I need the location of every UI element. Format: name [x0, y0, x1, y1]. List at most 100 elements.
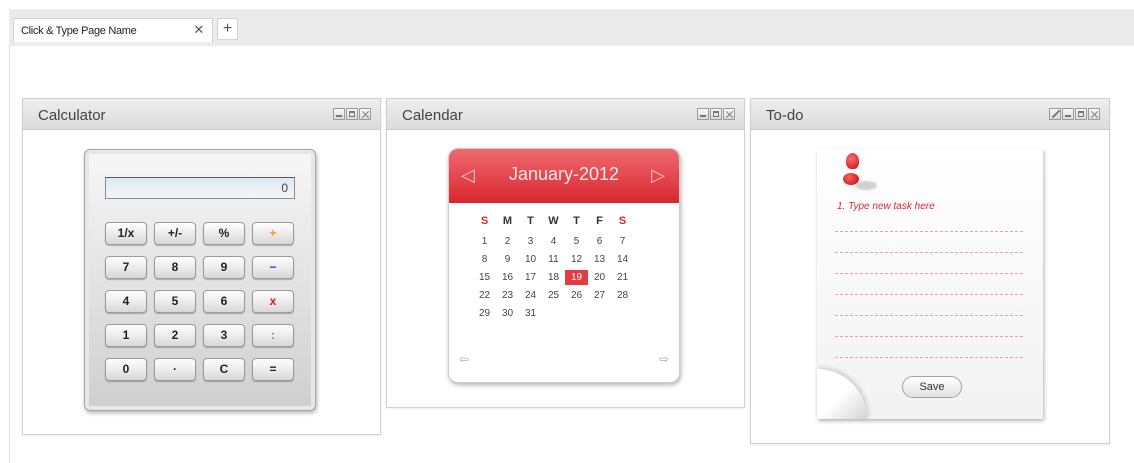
calculator-key[interactable]: +	[252, 222, 294, 245]
calendar-day-cell[interactable]: 13	[588, 252, 611, 267]
tab-close-icon[interactable]: ✕	[193, 22, 204, 38]
calendar-day-cell[interactable]: 28	[611, 288, 634, 303]
weekday-header: T	[527, 215, 534, 227]
calculator-window-controls	[333, 108, 371, 120]
calendar-day-cell[interactable]: 11	[542, 252, 565, 267]
calendar-day-cell[interactable]: 15	[473, 270, 496, 285]
weekday-header: S	[480, 215, 489, 227]
maximize-icon[interactable]	[1075, 108, 1087, 120]
calendar-day-cell[interactable]: 6	[588, 234, 611, 249]
todo-task-input[interactable]: 1. Type new task here	[837, 201, 935, 212]
calculator-key[interactable]: %	[203, 222, 245, 245]
calendar-day-cell[interactable]: 18	[542, 270, 565, 285]
calculator-key[interactable]: x	[252, 290, 294, 313]
weekday-header: T	[573, 215, 580, 227]
calendar-day-cell[interactable]: 8	[473, 252, 496, 267]
todo-note: 1. Type new task here Save	[817, 149, 1043, 419]
calendar-day-cell[interactable]: 3	[519, 234, 542, 249]
calculator-key[interactable]: 9	[203, 256, 245, 279]
calendar-day-cell[interactable]: 2	[496, 234, 519, 249]
calendar-day-cell[interactable]: 7	[611, 234, 634, 249]
calendar-day-cell[interactable]: 25	[542, 288, 565, 303]
calculator-key[interactable]: 4	[105, 290, 147, 313]
calendar-day-cell[interactable]: 5	[565, 234, 588, 249]
calculator-key[interactable]: −	[252, 256, 294, 279]
calculator-key[interactable]: ·	[154, 358, 196, 381]
calculator-keypad: 1/x +/-% +7 8 9− 4 5 6 x 1 2 3: 0 · C =	[105, 222, 297, 381]
minimize-icon[interactable]	[333, 108, 345, 120]
calendar-widget: Calendar ◁ January-2012 ▷ SMTWTFS1234567…	[386, 98, 745, 408]
calendar-day-cell[interactable]: 4	[542, 234, 565, 249]
tab-label[interactable]: Click & Type Page Name	[21, 25, 137, 37]
minimize-icon[interactable]	[1062, 108, 1074, 120]
calendar-day-cell[interactable]: 23	[496, 288, 519, 303]
calendar-day-cell[interactable]: 30	[496, 306, 519, 321]
calendar-day-cell[interactable]: 20	[588, 270, 611, 285]
calculator-key[interactable]: 3	[203, 324, 245, 347]
page-curl-decoration	[817, 369, 867, 419]
calculator-key[interactable]: 1	[105, 324, 147, 347]
calendar-day-cell[interactable]: 1	[473, 234, 496, 249]
calendar-day-cell	[588, 306, 611, 321]
calculator-key[interactable]: :	[252, 324, 294, 347]
edit-icon[interactable]	[1049, 108, 1061, 120]
todo-line[interactable]	[835, 274, 1023, 295]
calendar-day-cell[interactable]: 24	[519, 288, 542, 303]
todo-window-controls	[1049, 108, 1100, 120]
calendar-today-cell[interactable]: 19	[565, 270, 588, 285]
calendar-day-cell[interactable]: 16	[496, 270, 519, 285]
todo-header[interactable]: To-do	[751, 99, 1109, 130]
calendar-day-cell[interactable]: 29	[473, 306, 496, 321]
calculator-title: Calculator	[38, 107, 106, 124]
todo-line[interactable]	[835, 337, 1023, 358]
calculator-widget: Calculator 0 1/x +/-% +7 8 9− 4 5 6 x 1 2 3: 0 · C =	[22, 98, 381, 435]
calendar-day-cell[interactable]: 27	[588, 288, 611, 303]
calculator-key[interactable]: +/-	[154, 222, 196, 245]
calculator-header[interactable]: Calculator	[23, 99, 380, 130]
calendar-day-cell	[611, 306, 634, 321]
close-icon[interactable]	[1088, 108, 1100, 120]
next-month-icon[interactable]: ▷	[651, 165, 665, 186]
todo-line[interactable]	[835, 253, 1023, 274]
maximize-icon[interactable]	[710, 108, 722, 120]
calendar-day-cell[interactable]: 14	[611, 252, 634, 267]
calculator-key[interactable]: 6	[203, 290, 245, 313]
calculator-key[interactable]: C	[203, 358, 245, 381]
calendar-day-cell[interactable]: 10	[519, 252, 542, 267]
todo-widget: To-do 1. Type new task here Save	[750, 98, 1110, 444]
calculator-key[interactable]: 7	[105, 256, 147, 279]
calendar-day-cell[interactable]: 26	[565, 288, 588, 303]
save-button[interactable]: Save	[902, 376, 962, 398]
calendar-day-cell[interactable]: 12	[565, 252, 588, 267]
calculator-key[interactable]: 8	[154, 256, 196, 279]
weekday-header: M	[502, 215, 513, 227]
calendar-day-cell[interactable]: 17	[519, 270, 542, 285]
next-arrow-icon[interactable]: ⇨	[659, 352, 669, 366]
calculator-key[interactable]: 0	[105, 358, 147, 381]
weekday-header: S	[618, 215, 627, 227]
tab-page-name[interactable]: Click & Type Page Name ✕	[13, 18, 213, 42]
calculator-key[interactable]: =	[252, 358, 294, 381]
prev-arrow-icon[interactable]: ⇦	[459, 352, 469, 366]
calendar-header[interactable]: Calendar	[387, 99, 744, 130]
calculator-key[interactable]: 5	[154, 290, 196, 313]
calendar-day-cell[interactable]: 9	[496, 252, 519, 267]
calendar-day-cell[interactable]: 21	[611, 270, 634, 285]
close-icon[interactable]	[359, 108, 371, 120]
calculator-key[interactable]: 2	[154, 324, 196, 347]
calendar-day-cell	[565, 306, 588, 321]
maximize-icon[interactable]	[346, 108, 358, 120]
close-icon[interactable]	[723, 108, 735, 120]
add-tab-button[interactable]: +	[217, 18, 238, 40]
minimize-icon[interactable]	[697, 108, 709, 120]
todo-line[interactable]	[835, 232, 1023, 253]
calendar-day-cell[interactable]: 31	[519, 306, 542, 321]
todo-title: To-do	[766, 107, 804, 124]
calendar-day-cell[interactable]: 22	[473, 288, 496, 303]
calculator-body: 0 1/x +/-% +7 8 9− 4 5 6 x 1 2 3: 0 · C =	[84, 149, 316, 411]
calculator-display: 0	[105, 177, 295, 199]
todo-line[interactable]	[835, 295, 1023, 316]
todo-line[interactable]	[835, 211, 1023, 232]
calculator-key[interactable]: 1/x	[105, 222, 147, 245]
todo-line[interactable]	[835, 316, 1023, 337]
